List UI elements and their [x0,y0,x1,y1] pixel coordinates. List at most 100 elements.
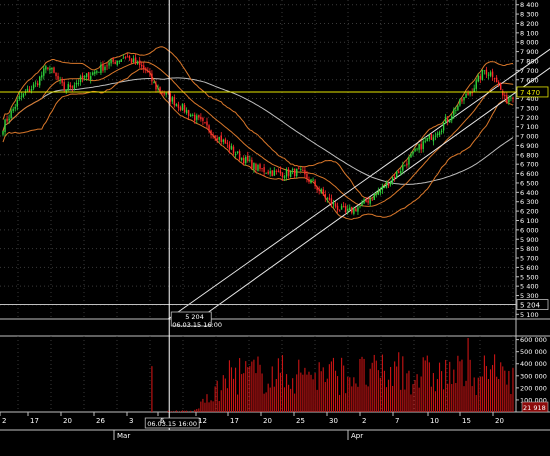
candle-body [120,59,123,62]
candle-body [398,171,400,173]
candle-body [140,65,143,67]
x-axis-tick-label: 20 [263,417,272,425]
candle-body [32,84,35,89]
candle-body [202,117,204,121]
candle-body [304,169,306,175]
candle-body [430,134,433,140]
candle-body [489,72,492,76]
candle-body [504,95,506,97]
candle-body [461,98,463,102]
candle-body [132,58,135,63]
x-axis-tick-label: 10 [430,417,439,425]
candle-body [365,200,367,202]
candle-body [400,171,402,174]
level-line-label: 5 204 [520,302,541,310]
candle-body [367,200,369,203]
candle-body [438,132,441,135]
candle-body [191,115,194,116]
candle-body [177,104,180,108]
candle-body [338,209,341,211]
price-y-tick-label: 5 100 [520,311,539,319]
candle-body [45,66,47,70]
candle-body [273,170,276,176]
candle-body [149,71,151,74]
candle-body [418,143,420,150]
x-axis-tick-label: 7 [395,417,399,425]
volume-y-tick-label: 300 000 [520,372,547,380]
candle-body [20,96,23,98]
candle-body [151,73,153,82]
candle-body [369,198,371,204]
candle-body [363,199,365,204]
candle-body [4,119,6,133]
candle-body [41,75,43,78]
candle-body [102,63,104,71]
candle-body [173,97,176,106]
candle-body [310,179,312,184]
candle-body [49,68,51,71]
volume-y-tick-label: 600 000 [520,336,547,344]
candle-body [204,122,206,124]
candle-body [83,75,86,78]
candle-body [189,114,192,117]
candle-body [130,58,133,63]
candle-body [342,205,345,208]
candle-body [10,110,12,119]
price-y-tick-label: 7 200 [520,114,539,122]
candle-body [136,61,139,64]
candle-body [271,170,273,176]
candle-body [110,59,112,64]
candle-body [94,71,96,74]
candle-body [67,84,69,91]
candle-body [449,119,451,123]
volume-y-tick-label: 400 000 [520,360,547,368]
candle-body [228,144,231,150]
price-y-tick-label: 6 200 [520,208,539,216]
candle-body [75,82,78,85]
candle-body [145,68,147,71]
candle-body [391,177,394,182]
price-y-tick-label: 5 400 [520,283,539,291]
candle-body [98,71,100,73]
candle-body [442,123,445,131]
candle-body [100,64,102,74]
candle-body [277,170,280,172]
candle-body [114,62,116,64]
candle-body [332,202,335,205]
candle-body [185,110,188,114]
candle-body [357,207,359,212]
candle-body [408,157,410,165]
candle-body [257,164,259,171]
price-y-tick-label: 8 300 [520,11,539,19]
candle-body [267,171,269,174]
candle-body [293,168,296,176]
candle-body [387,183,390,186]
candle-body [340,206,343,210]
candle-body [344,206,347,212]
candle-body [330,198,333,205]
candle-body [263,167,265,173]
candle-body [198,115,200,118]
candle-body [85,73,88,77]
x-axis-month-label: Mar [117,432,130,440]
candle-body [245,156,247,164]
candle-body [497,82,500,84]
candle-body [328,197,331,200]
price-y-tick-label: 5 900 [520,236,539,244]
candle-body [446,118,449,122]
price-y-tick-label: 7 900 [520,48,539,56]
candle-body [224,139,227,144]
candle-body [471,92,473,94]
price-y-tick-label: 6 800 [520,151,539,159]
candle-body [440,130,443,132]
candle-body [22,93,25,97]
candle-body [128,56,131,59]
price-y-tick-label: 5 300 [520,292,539,300]
candle-body [230,145,233,150]
price-y-tick-label: 5 600 [520,264,539,272]
candle-body [351,207,353,213]
candle-body [506,95,508,103]
candle-body [138,60,141,66]
candle-body [12,108,14,111]
current-price-label: 7 470 [520,89,540,97]
